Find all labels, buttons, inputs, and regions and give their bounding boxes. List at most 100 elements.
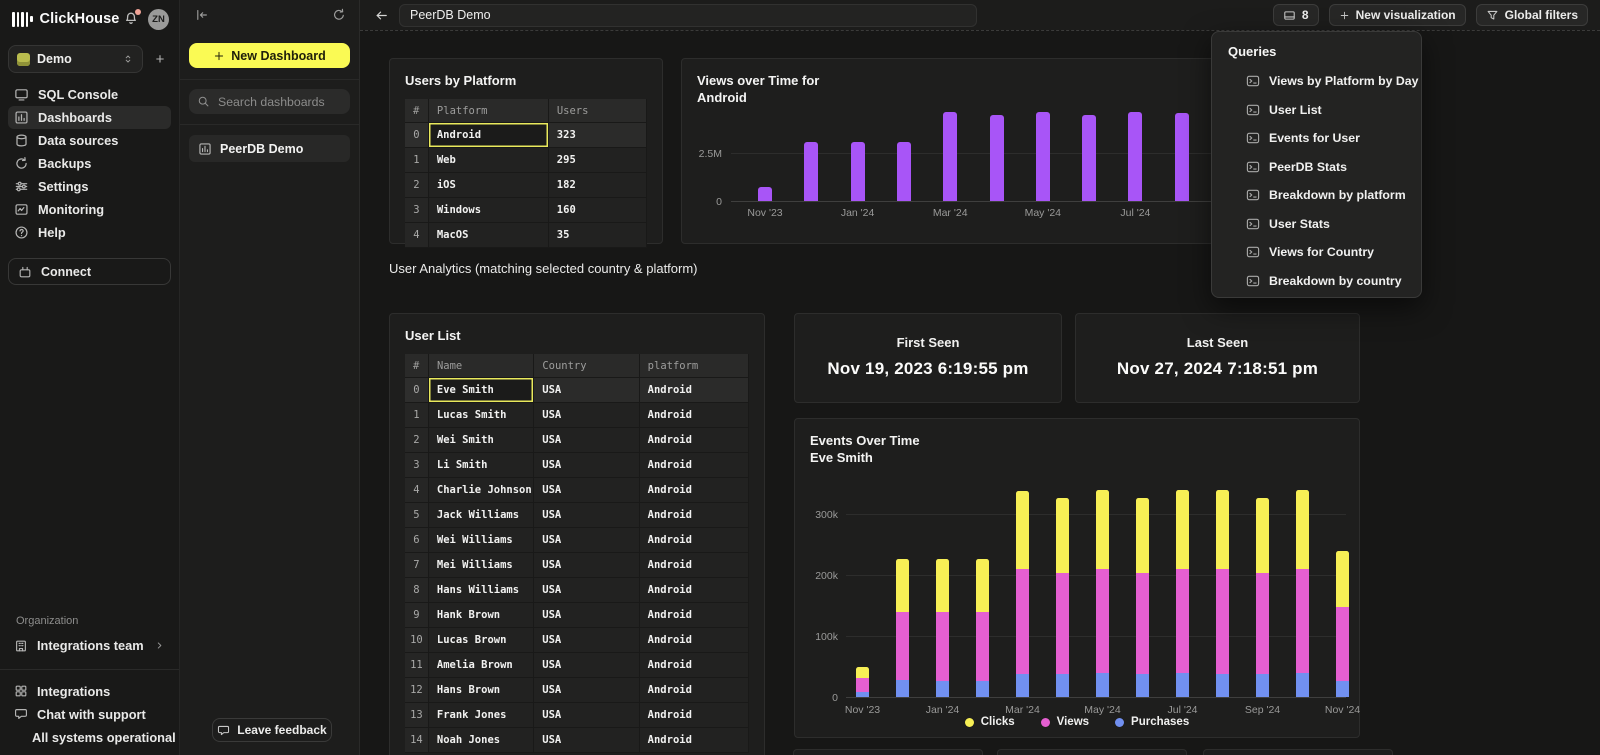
views-bar-nov-23[interactable] (758, 187, 772, 201)
table-cell[interactable]: USA (534, 378, 639, 403)
table-cell[interactable]: Android (640, 678, 749, 703)
back-arrow-icon[interactable] (374, 8, 389, 23)
views-bar-aug-24[interactable] (1175, 113, 1189, 201)
views-bar-mar-24[interactable] (943, 112, 957, 201)
collapse-sidebar-icon[interactable] (195, 8, 209, 22)
table-cell[interactable]: iOS (429, 173, 549, 198)
avatar[interactable]: ZN (148, 9, 169, 30)
sidebar-item-chat-with-support[interactable]: Chat with support (8, 703, 171, 725)
sidebar-item-all-systems-operational[interactable]: All systems operational (8, 726, 171, 748)
legend-item-purchases[interactable]: Purchases (1115, 716, 1189, 728)
table-cell[interactable]: Mei Williams (429, 553, 534, 578)
table-cell[interactable]: Jack Williams (429, 503, 534, 528)
table-cell[interactable]: 182 (549, 173, 647, 198)
events-bar-nov-24[interactable] (1336, 551, 1349, 697)
events-bar-dec-23[interactable] (896, 559, 909, 697)
table-cell[interactable]: Android (640, 378, 749, 403)
leave-feedback-button[interactable]: Leave feedback (212, 718, 332, 742)
table-cell[interactable]: USA (534, 603, 639, 628)
table-cell[interactable]: Eve Smith (429, 378, 534, 403)
views-bar-may-24[interactable] (1036, 112, 1050, 201)
connect-button[interactable]: Connect (8, 258, 171, 285)
table-cell[interactable]: Android (429, 123, 549, 148)
add-service-button[interactable]: + (149, 45, 171, 73)
views-bar-dec-23[interactable] (804, 142, 818, 202)
events-bar-aug-24[interactable] (1216, 490, 1229, 697)
table-cell[interactable]: USA (534, 428, 639, 453)
query-item-user-list[interactable]: User List (1212, 96, 1421, 125)
table-cell[interactable]: Android (640, 603, 749, 628)
table-cell[interactable]: USA (534, 653, 639, 678)
query-item-breakdown-by-country[interactable]: Breakdown by country (1212, 267, 1421, 296)
table-cell[interactable]: 295 (549, 148, 647, 173)
workspace-selector[interactable]: Demo (8, 45, 143, 73)
sidebar-item-backups[interactable]: Backups (8, 152, 171, 175)
sidebar-item-monitoring[interactable]: Monitoring (8, 198, 171, 221)
query-item-user-stats[interactable]: User Stats (1212, 210, 1421, 239)
views-bar-jun-24[interactable] (1082, 115, 1096, 201)
table-cell[interactable]: USA (534, 503, 639, 528)
events-bar-sep-24[interactable] (1256, 498, 1269, 697)
events-bar-feb-24[interactable] (976, 559, 989, 697)
table-cell[interactable]: Wei Williams (429, 528, 534, 553)
query-item-breakdown-by-platform[interactable]: Breakdown by platform (1212, 181, 1421, 210)
table-cell[interactable]: Hank Brown (429, 603, 534, 628)
table-cell[interactable]: 160 (549, 198, 647, 223)
refresh-icon[interactable] (332, 8, 346, 22)
search-dashboards-input[interactable] (216, 94, 342, 110)
table-cell[interactable]: USA (534, 478, 639, 503)
table-cell[interactable]: USA (534, 678, 639, 703)
events-bar-mar-24[interactable] (1016, 491, 1029, 697)
dashboard-list-item-peerdb-demo[interactable]: PeerDB Demo (189, 135, 350, 162)
table-cell[interactable]: Hans Brown (429, 678, 534, 703)
table-cell[interactable]: 323 (549, 123, 647, 148)
sidebar-item-data-sources[interactable]: Data sources (8, 129, 171, 152)
global-filters-button[interactable]: Global filters (1476, 4, 1588, 26)
table-cell[interactable]: Android (640, 403, 749, 428)
events-bar-jan-24[interactable] (936, 559, 949, 697)
query-item-views-by-platform-by-day[interactable]: Views by Platform by Day (1212, 67, 1421, 96)
views-bar-apr-24[interactable] (990, 115, 1004, 201)
table-cell[interactable]: Android (640, 553, 749, 578)
table-cell[interactable]: Android (640, 728, 749, 753)
table-cell[interactable]: Windows (429, 198, 549, 223)
table-cell[interactable]: Android (640, 653, 749, 678)
table-cell[interactable]: USA (534, 703, 639, 728)
views-bar-jul-24[interactable] (1128, 112, 1142, 201)
table-cell[interactable]: USA (534, 453, 639, 478)
events-bar-may-24[interactable] (1096, 490, 1109, 697)
dashboard-title-input[interactable] (399, 4, 977, 27)
sidebar-item-settings[interactable]: Settings (8, 175, 171, 198)
table-cell[interactable]: Android (640, 528, 749, 553)
events-bar-nov-23[interactable] (856, 667, 869, 697)
table-cell[interactable]: Charlie Johnson (429, 478, 534, 503)
legend-item-clicks[interactable]: Clicks (965, 716, 1015, 728)
query-item-views-for-country[interactable]: Views for Country (1212, 238, 1421, 267)
table-cell[interactable]: Android (640, 478, 749, 503)
new-visualization-button[interactable]: New visualization (1329, 4, 1466, 26)
table-cell[interactable]: USA (534, 528, 639, 553)
table-cell[interactable]: MacOS (429, 223, 549, 248)
table-cell[interactable]: Android (640, 428, 749, 453)
table-cell[interactable]: Android (640, 578, 749, 603)
query-item-peerdb-stats[interactable]: PeerDB Stats (1212, 153, 1421, 182)
sidebar-item-integrations-team[interactable]: Integrations team (8, 634, 171, 657)
table-cell[interactable]: Frank Jones (429, 703, 534, 728)
table-cell[interactable]: 35 (549, 223, 647, 248)
table-cell[interactable]: USA (534, 553, 639, 578)
visualization-count-button[interactable]: 8 (1273, 4, 1319, 26)
events-bar-jul-24[interactable] (1176, 490, 1189, 697)
table-cell[interactable]: USA (534, 728, 639, 753)
sidebar-item-dashboards[interactable]: Dashboards (8, 106, 171, 129)
table-cell[interactable]: Android (640, 503, 749, 528)
table-cell[interactable]: Android (640, 453, 749, 478)
sidebar-item-sql-console[interactable]: SQL Console (8, 83, 171, 106)
events-bar-oct-24[interactable] (1296, 490, 1309, 697)
table-cell[interactable]: USA (534, 578, 639, 603)
events-bar-apr-24[interactable] (1056, 498, 1069, 697)
table-cell[interactable]: Lucas Brown (429, 628, 534, 653)
new-dashboard-button[interactable]: New Dashboard (189, 43, 350, 68)
table-cell[interactable]: Android (640, 703, 749, 728)
table-cell[interactable]: USA (534, 628, 639, 653)
table-cell[interactable]: Android (640, 628, 749, 653)
